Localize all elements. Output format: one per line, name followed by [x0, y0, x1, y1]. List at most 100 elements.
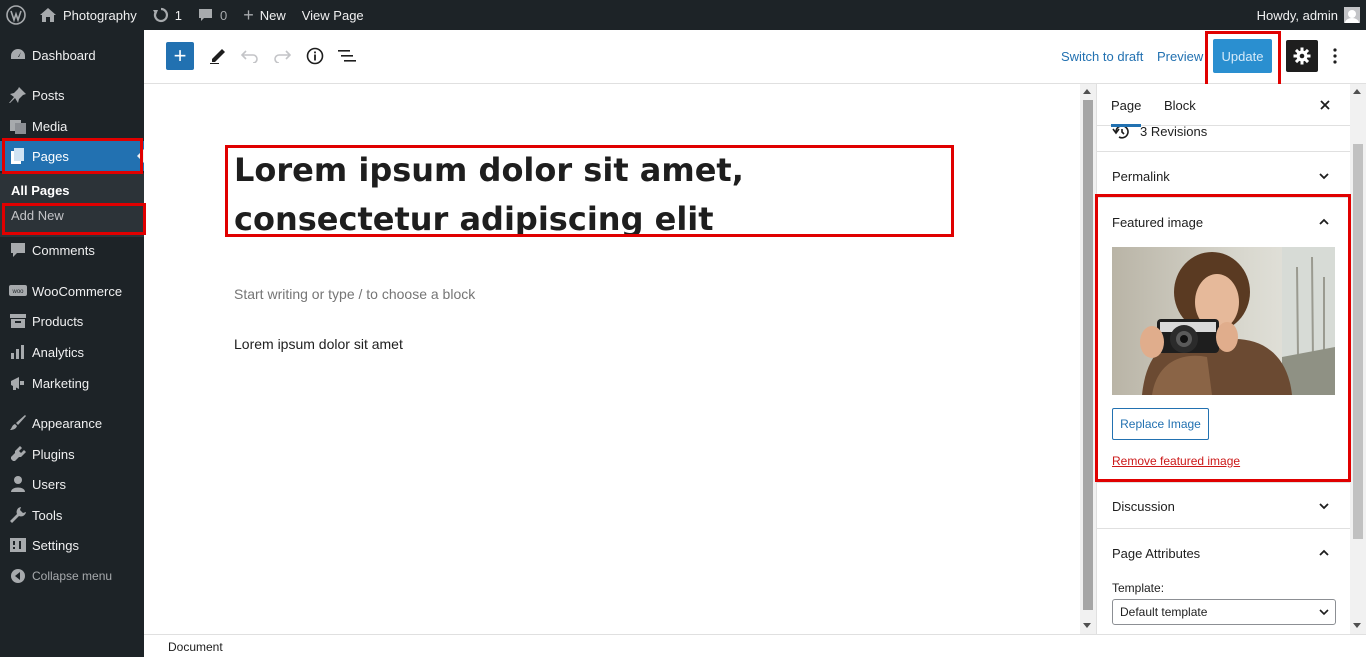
- redo-button[interactable]: [270, 44, 294, 68]
- sidebar-item-label: Plugins: [32, 446, 75, 462]
- chevron-down-icon: [1319, 609, 1329, 616]
- list-view-icon: [338, 49, 356, 63]
- scroll-down-arrow-icon[interactable]: [1353, 623, 1361, 628]
- sidebar-item-label: Users: [32, 476, 66, 492]
- site-name: Photography: [63, 7, 137, 23]
- updates-icon: [152, 7, 169, 23]
- sidebar-item-pages[interactable]: Pages: [0, 141, 144, 171]
- paragraph-block[interactable]: Lorem ipsum dolor sit amet: [234, 336, 403, 352]
- collapse-label: Collapse menu: [32, 569, 113, 583]
- sidebar-item-label: Dashboard: [32, 47, 96, 63]
- block-breadcrumb-bar: Document: [144, 634, 1366, 657]
- chevron-up-icon[interactable]: [1317, 215, 1331, 229]
- sidebar-item-label: Settings: [32, 537, 79, 553]
- editor-toolbar: + Switch to draft Preview Update: [144, 30, 1366, 84]
- sidebar-item-label: Marketing: [32, 375, 90, 391]
- replace-image-button[interactable]: Replace Image: [1112, 408, 1209, 440]
- new-label: New: [259, 7, 286, 23]
- permalink-panel[interactable]: Permalink: [1097, 151, 1350, 197]
- view-page-label: View Page: [301, 7, 364, 23]
- canvas-scrollbar-thumb[interactable]: [1083, 100, 1093, 610]
- howdy-text: Howdy, admin: [1256, 7, 1338, 23]
- redo-icon: [273, 49, 291, 63]
- more-options-button[interactable]: [1325, 44, 1345, 68]
- plugin-icon: [7, 445, 29, 463]
- settings-icon: [7, 536, 29, 554]
- scroll-up-arrow-icon[interactable]: [1083, 89, 1091, 94]
- bar-chart-icon: [7, 343, 29, 361]
- add-block-button[interactable]: +: [166, 42, 194, 70]
- sidebar-scrollbar[interactable]: [1350, 84, 1366, 634]
- edit-tools-button[interactable]: [206, 44, 230, 68]
- featured-image-photo[interactable]: [1112, 247, 1335, 395]
- updates-count: 1: [174, 7, 182, 23]
- sidebar-item-woocommerce[interactable]: woo WooCommerce: [0, 276, 144, 306]
- user-icon: [7, 475, 29, 493]
- current-menu-arrow-icon: [137, 149, 144, 163]
- sidebar-item-marketing[interactable]: Marketing: [0, 368, 144, 398]
- wordpress-logo-icon[interactable]: [0, 0, 32, 30]
- canvas-scrollbar[interactable]: [1080, 84, 1096, 634]
- chevron-up-icon[interactable]: [1317, 546, 1331, 560]
- woo-icon: woo: [7, 282, 29, 300]
- update-button[interactable]: Update: [1213, 39, 1272, 73]
- avatar: [1344, 7, 1360, 23]
- sidebar-item-dashboard[interactable]: Dashboard: [0, 40, 144, 70]
- admin-sidebar: Dashboard Posts Media Pages All Pages Ad…: [0, 30, 144, 657]
- sidebar-item-comments[interactable]: Comments: [0, 235, 144, 265]
- close-sidebar-button[interactable]: [1316, 96, 1334, 114]
- collapse-menu-button[interactable]: Collapse menu: [0, 561, 144, 591]
- sidebar-item-appearance[interactable]: Appearance: [0, 408, 144, 438]
- home-icon: [40, 8, 56, 22]
- site-name-link[interactable]: Photography: [32, 0, 145, 30]
- view-page-link[interactable]: View Page: [294, 0, 372, 30]
- sidebar-item-tools[interactable]: Tools: [0, 500, 144, 530]
- featured-image-title[interactable]: Featured image: [1112, 215, 1203, 230]
- details-button[interactable]: [303, 44, 327, 68]
- sidebar-item-products[interactable]: Products: [0, 306, 144, 336]
- updates-link[interactable]: 1: [145, 0, 190, 30]
- close-icon: [1316, 96, 1334, 114]
- permalink-title: Permalink: [1112, 169, 1170, 184]
- info-icon: [306, 47, 324, 65]
- submenu-add-new[interactable]: Add New: [11, 208, 64, 223]
- discussion-title: Discussion: [1112, 499, 1175, 514]
- more-vertical-icon: [1333, 48, 1337, 64]
- sidebar-item-media[interactable]: Media: [0, 111, 144, 141]
- dashboard-icon: [7, 46, 29, 64]
- sidebar-item-users[interactable]: Users: [0, 469, 144, 499]
- submenu-all-pages[interactable]: All Pages: [11, 183, 70, 198]
- sidebar-scrollbar-thumb[interactable]: [1353, 144, 1363, 539]
- revisions-label: 3 Revisions: [1140, 124, 1208, 139]
- template-select[interactable]: Default template: [1112, 599, 1336, 625]
- settings-toggle-button[interactable]: [1286, 40, 1318, 72]
- comments-link[interactable]: 0: [190, 0, 235, 30]
- scroll-up-arrow-icon[interactable]: [1353, 89, 1361, 94]
- discussion-panel[interactable]: Discussion: [1097, 482, 1350, 528]
- brush-icon: [7, 414, 29, 432]
- pencil-icon: [210, 48, 226, 64]
- sidebar-item-label: Appearance: [32, 415, 103, 431]
- breadcrumb-document[interactable]: Document: [168, 640, 223, 654]
- remove-featured-image-link[interactable]: Remove featured image: [1112, 454, 1240, 468]
- sidebar-item-analytics[interactable]: Analytics: [0, 337, 144, 367]
- tab-block[interactable]: Block: [1164, 84, 1196, 126]
- plus-icon: +: [173, 43, 187, 68]
- sidebar-item-plugins[interactable]: Plugins: [0, 439, 144, 469]
- wrench-icon: [7, 506, 29, 524]
- sidebar-item-posts[interactable]: Posts: [0, 80, 144, 110]
- sidebar-item-label: Comments: [32, 242, 95, 258]
- switch-to-draft-button[interactable]: Switch to draft: [1061, 49, 1143, 64]
- scroll-down-arrow-icon[interactable]: [1083, 623, 1091, 628]
- undo-button[interactable]: [238, 44, 262, 68]
- my-account-link[interactable]: Howdy, admin: [1249, 0, 1366, 30]
- sidebar-item-settings[interactable]: Settings: [0, 530, 144, 560]
- tab-page[interactable]: Page: [1111, 84, 1142, 127]
- preview-button[interactable]: Preview: [1157, 49, 1203, 64]
- block-appender-placeholder[interactable]: Start writing or type / to choose a bloc…: [234, 286, 475, 302]
- page-attributes-title[interactable]: Page Attributes: [1112, 546, 1200, 561]
- list-view-button[interactable]: [335, 44, 359, 68]
- pages-icon: [7, 147, 29, 165]
- post-title[interactable]: Lorem ipsum dolor sit amet, consectetur …: [234, 146, 954, 244]
- new-content-link[interactable]: + New: [235, 0, 294, 30]
